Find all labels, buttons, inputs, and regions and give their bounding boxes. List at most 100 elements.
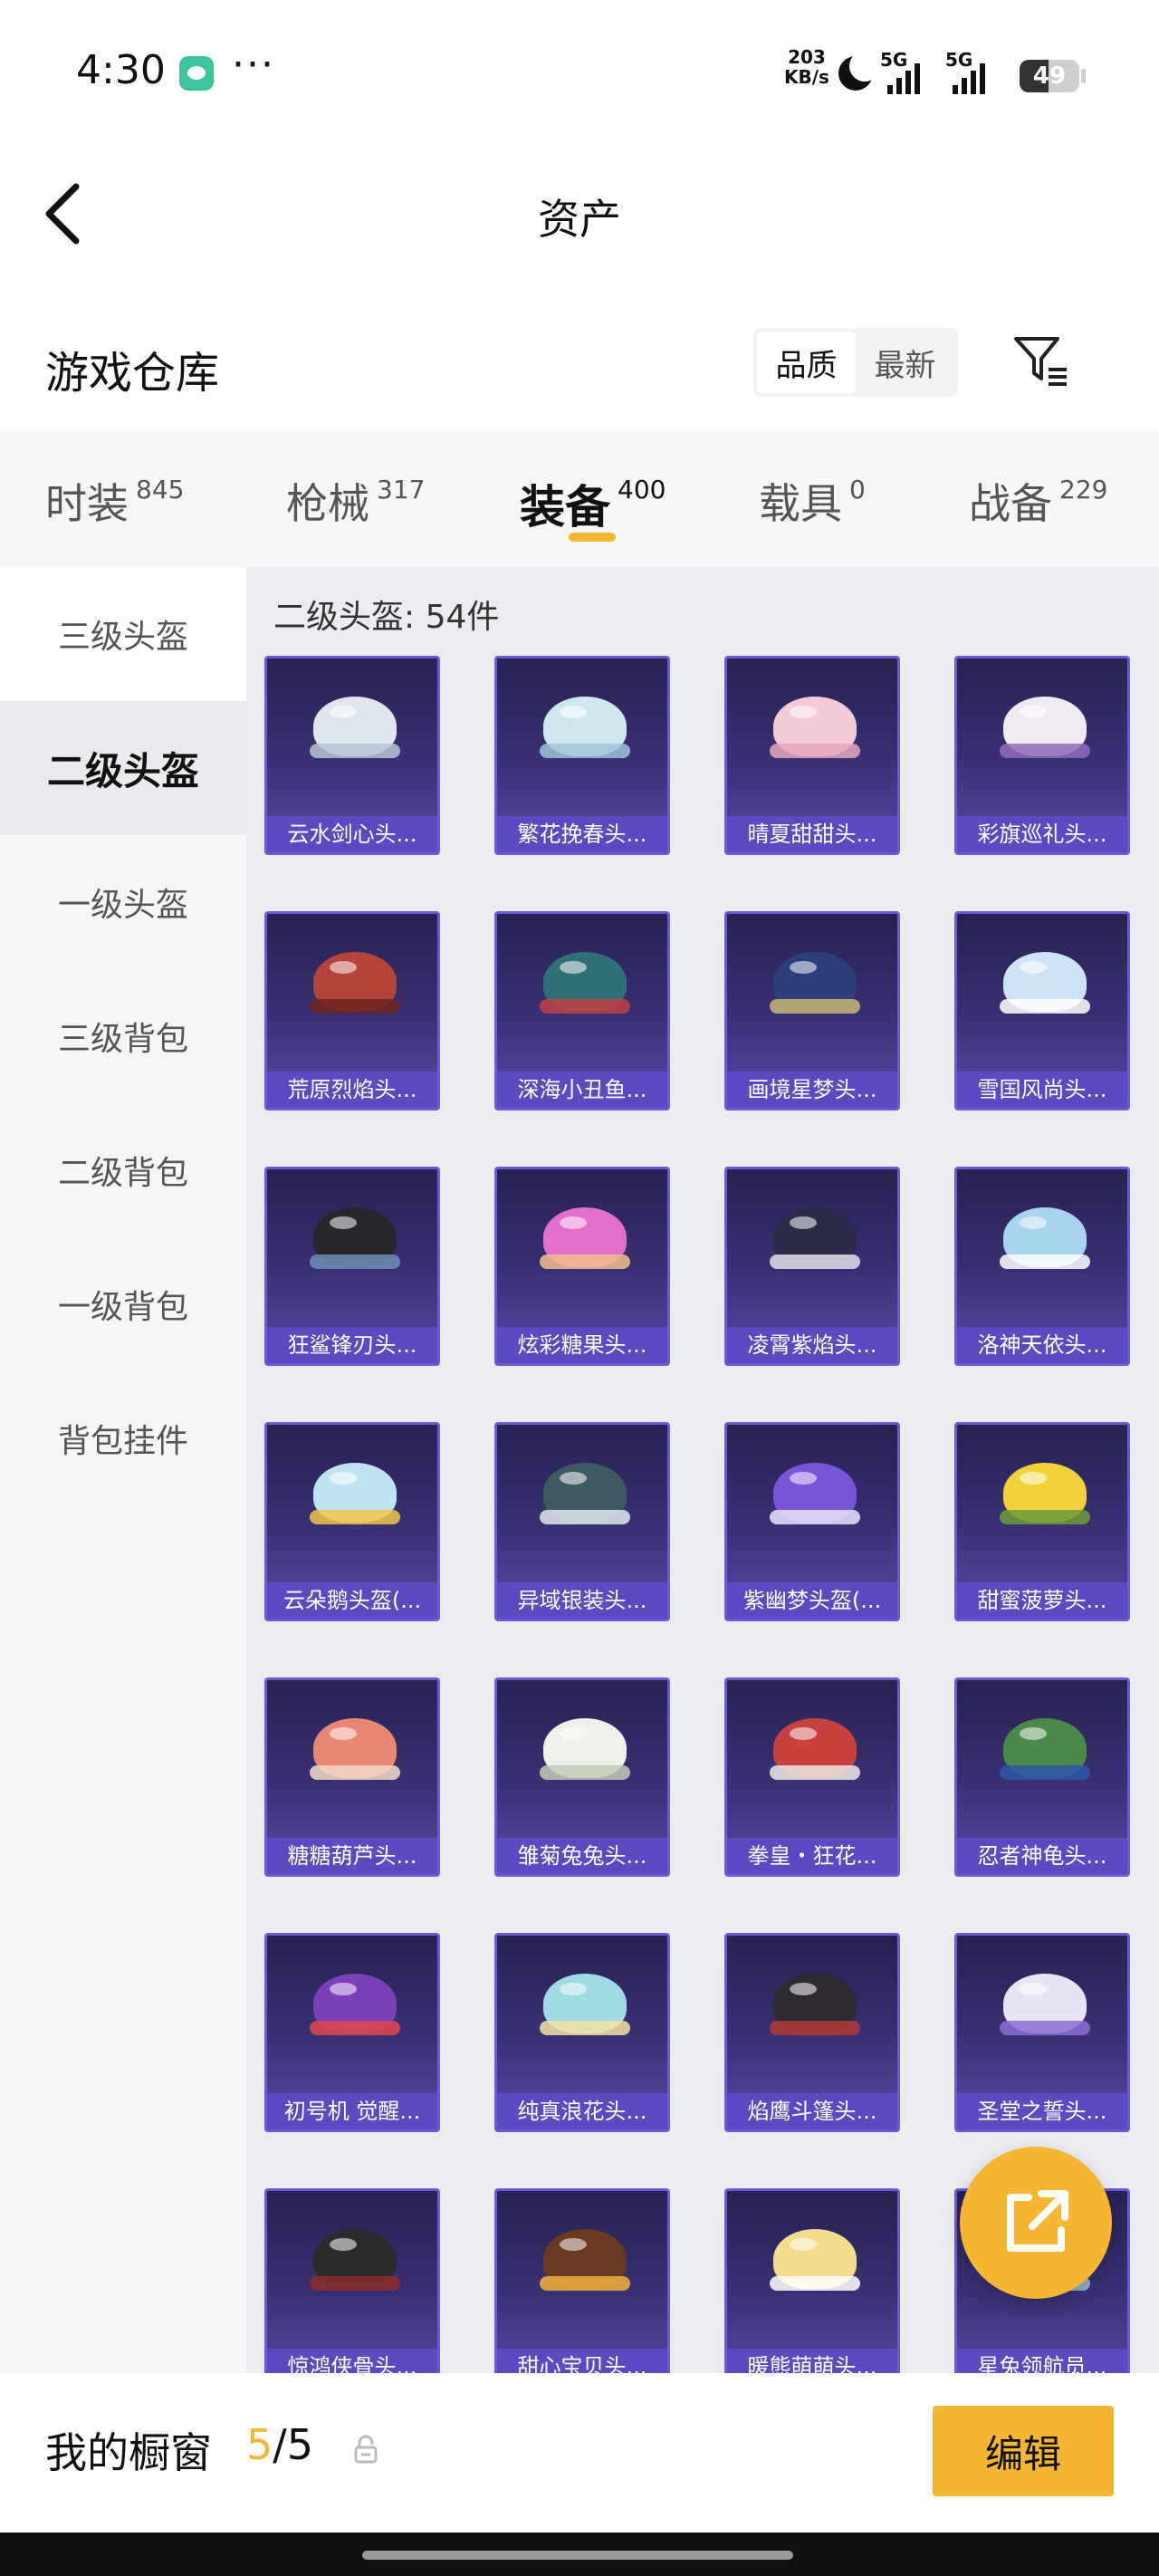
helmet-icon xyxy=(540,1974,630,2052)
tab-label: 枪械 xyxy=(286,479,369,528)
item-name: 初号机 觉醒... xyxy=(267,2093,437,2129)
helmet-icon xyxy=(310,1463,400,1541)
item-card[interactable]: 彩旗巡礼头... xyxy=(954,656,1130,855)
tab-combat-gear[interactable]: 战备 229 xyxy=(969,471,1107,531)
item-card[interactable]: 深海小丑鱼... xyxy=(494,911,670,1110)
helmet-icon xyxy=(310,1974,400,2052)
helmet-icon xyxy=(770,1718,860,1796)
side-item-level2-backpack[interactable]: 二级背包 xyxy=(0,1103,246,1237)
item-name: 云朵鹅头盔(... xyxy=(267,1582,437,1619)
moon-icon xyxy=(838,51,880,91)
edit-button[interactable]: 编辑 xyxy=(933,2406,1114,2496)
showcase-total: /5 xyxy=(273,2420,314,2469)
side-item-level1-helmet[interactable]: 一级头盔 xyxy=(0,835,246,969)
share-button[interactable] xyxy=(960,2147,1112,2299)
helmet-icon xyxy=(770,1974,860,2052)
tab-label: 载具 xyxy=(759,479,842,528)
item-name: 拳皇・狂花... xyxy=(727,1838,897,1874)
helmet-icon xyxy=(310,2229,400,2307)
item-name: 雏菊兔兔头... xyxy=(497,1838,667,1874)
item-card[interactable]: 雏菊兔兔头... xyxy=(494,1677,670,1877)
helmet-icon xyxy=(1000,1207,1090,1285)
helmet-icon xyxy=(770,2229,860,2307)
item-card[interactable]: 雪国风尚头... xyxy=(954,911,1130,1110)
tab-count: 317 xyxy=(377,475,426,505)
side-item-backpack-charm[interactable]: 背包挂件 xyxy=(0,1371,246,1505)
item-card[interactable]: 紫幽梦头盔(... xyxy=(724,1422,900,1621)
item-card[interactable]: 初号机 觉醒... xyxy=(264,1933,440,2132)
signal-icon xyxy=(953,63,985,94)
item-name: 糖糖葫芦头... xyxy=(267,1838,437,1874)
helmet-icon xyxy=(1000,1974,1090,2052)
item-grid: 二级头盔: 54件 云水剑心头... 繁花挽春头... 晴夏甜甜头... 彩旗巡礼头.… xyxy=(246,567,1159,2373)
item-card[interactable]: 晴夏甜甜头... xyxy=(724,656,900,855)
item-card[interactable]: 异域银装头... xyxy=(494,1422,670,1621)
item-name: 洛神天依头... xyxy=(957,1327,1127,1363)
tab-firearms[interactable]: 枪械 317 xyxy=(286,471,425,531)
item-card[interactable]: 洛神天依头... xyxy=(954,1167,1130,1366)
helmet-icon xyxy=(770,952,860,1030)
helmet-icon xyxy=(770,1207,860,1285)
item-card[interactable]: 狂鲨锋刃头... xyxy=(264,1167,440,1366)
wechat-icon xyxy=(179,56,214,91)
item-name: 繁花挽春头... xyxy=(497,816,667,852)
page-title: 资产 xyxy=(538,195,621,244)
lock-icon xyxy=(353,2435,378,2464)
tab-count: 229 xyxy=(1059,475,1108,505)
item-card[interactable]: 云水剑心头... xyxy=(264,656,440,855)
item-card[interactable]: 云朵鹅头盔(... xyxy=(264,1422,440,1621)
tab-equipment[interactable]: 装备 400 xyxy=(520,471,666,536)
tab-fashion[interactable]: 时装 845 xyxy=(45,471,184,531)
helmet-icon xyxy=(1000,1463,1090,1541)
item-card[interactable]: 糖糖葫芦头... xyxy=(264,1677,440,1877)
gesture-bar xyxy=(0,2533,1159,2576)
helmet-icon xyxy=(1000,697,1090,774)
helmet-icon xyxy=(1000,1718,1090,1796)
tab-vehicles[interactable]: 载具 0 xyxy=(759,471,866,531)
item-card[interactable]: 繁花挽春头... xyxy=(494,656,670,855)
tab-label: 装备 xyxy=(520,481,610,533)
filter-button[interactable] xyxy=(1011,333,1070,389)
item-card[interactable]: 甜心宝贝头... xyxy=(494,2188,670,2373)
tab-label: 战备 xyxy=(969,479,1052,528)
side-item-level3-helmet[interactable]: 三级头盔 xyxy=(0,567,246,701)
item-card[interactable]: 暖熊萌萌头... xyxy=(724,2188,900,2373)
item-card[interactable]: 荒原烈焰头... xyxy=(264,911,440,1110)
side-item-level2-helmet[interactable]: 二级头盔 xyxy=(0,701,246,835)
helmet-icon xyxy=(310,1207,400,1285)
helmet-icon xyxy=(310,697,400,774)
item-card[interactable]: 焰鹰斗篷头... xyxy=(724,1933,900,2132)
item-card[interactable]: 忍者神龟头... xyxy=(954,1677,1130,1877)
side-item-level3-backpack[interactable]: 三级背包 xyxy=(0,969,246,1103)
network-speed-value: 203 xyxy=(788,46,826,68)
helmet-icon xyxy=(310,1718,400,1796)
item-name: 晴夏甜甜头... xyxy=(727,816,897,852)
more-dots-icon: ··· xyxy=(232,42,275,88)
item-name: 紫幽梦头盔(... xyxy=(727,1582,897,1619)
item-card[interactable]: 圣堂之誓头... xyxy=(954,1933,1130,2132)
tab-count: 400 xyxy=(618,475,666,505)
side-nav: 三级头盔 二级头盔 一级头盔 三级背包 二级背包 一级背包 背包挂件 xyxy=(0,567,246,2373)
helmet-icon xyxy=(310,952,400,1030)
item-card[interactable]: 甜蜜菠萝头... xyxy=(954,1422,1130,1621)
battery-level: 49 xyxy=(1032,62,1067,90)
item-card[interactable]: 画境星梦头... xyxy=(724,911,900,1110)
sort-toggle: 品质 最新 xyxy=(753,328,958,397)
item-card[interactable]: 炫彩糖果头... xyxy=(494,1167,670,1366)
side-item-level1-backpack[interactable]: 一级背包 xyxy=(0,1237,246,1371)
item-name: 暖熊萌萌头... xyxy=(727,2349,897,2373)
item-name: 惊鸿侠骨头... xyxy=(267,2349,437,2373)
grid-heading: 二级头盔: 54件 xyxy=(273,599,500,636)
status-bar: 4:30 ··· 203 KB/s 5G 5G 49 xyxy=(0,0,1159,145)
share-external-icon xyxy=(1007,2190,1068,2252)
sort-option-newest[interactable]: 最新 xyxy=(856,332,954,393)
item-card[interactable]: 纯真浪花头... xyxy=(494,1933,670,2132)
battery-icon: 49 xyxy=(1020,60,1079,92)
item-name: 炫彩糖果头... xyxy=(497,1327,667,1363)
item-card[interactable]: 凌霄紫焰头... xyxy=(724,1167,900,1366)
item-name: 焰鹰斗篷头... xyxy=(727,2093,897,2129)
item-card[interactable]: 拳皇・狂花... xyxy=(724,1677,900,1877)
item-name: 星兔领航员... xyxy=(957,2349,1127,2373)
item-card[interactable]: 惊鸿侠骨头... xyxy=(264,2188,440,2373)
sort-option-quality[interactable]: 品质 xyxy=(757,332,856,393)
